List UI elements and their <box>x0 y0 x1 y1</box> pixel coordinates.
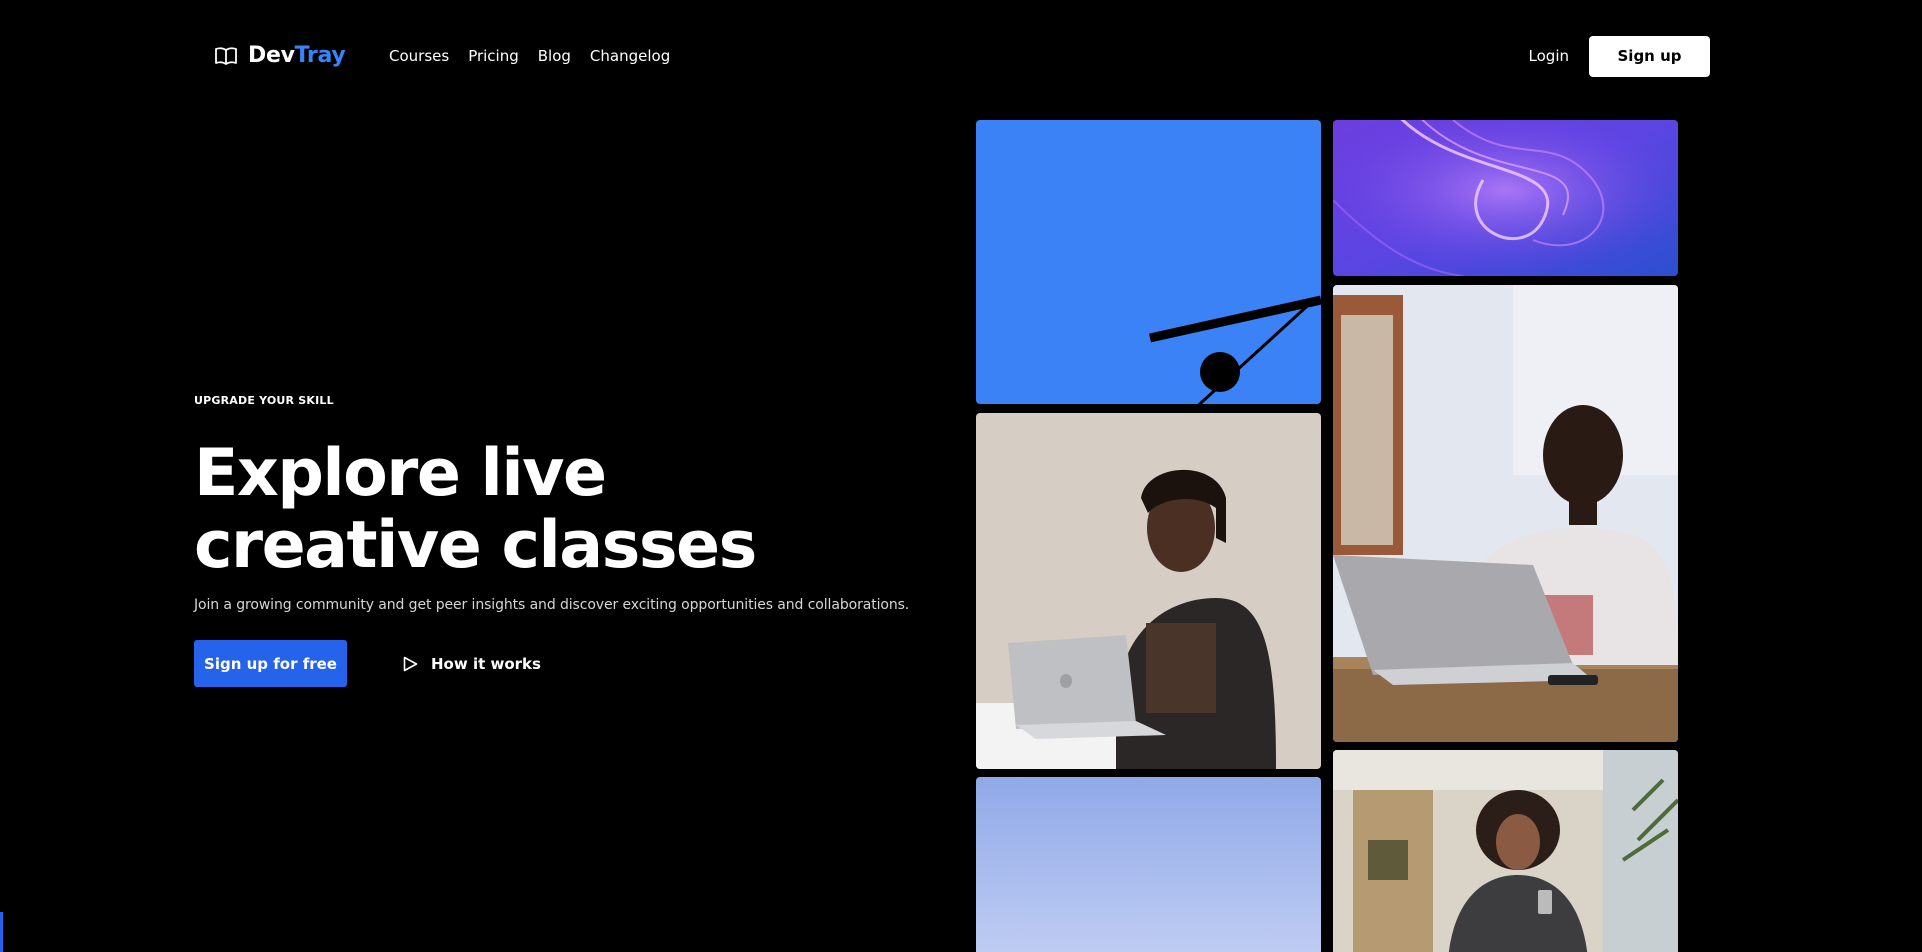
hero-headline-line1: Explore live <box>194 436 607 511</box>
top-nav: DevTray Courses Pricing Blog Changelog L… <box>0 0 1922 112</box>
brand-name-part2: Tray <box>294 43 346 68</box>
hero-headline: Explore live creative classes <box>194 438 974 582</box>
blue-abstract-image <box>976 120 1321 404</box>
nav-link-courses[interactable]: Courses <box>389 44 449 68</box>
how-it-works-button[interactable]: How it works <box>401 655 541 673</box>
man-laptop-image <box>976 413 1321 769</box>
woman-phone-image <box>1333 750 1678 952</box>
signup-free-button[interactable]: Sign up for free <box>194 640 347 687</box>
how-it-works-label: How it works <box>431 654 541 673</box>
open-book-icon <box>215 47 237 65</box>
hero-section: UPGRADE YOUR SKILL Explore live creative… <box>194 394 974 687</box>
nav-link-pricing[interactable]: Pricing <box>468 44 519 68</box>
hero-cta-row: Sign up for free How it works <box>194 640 974 687</box>
student-laptop-image <box>1333 285 1678 742</box>
sky-image <box>976 777 1321 952</box>
nav-link-changelog[interactable]: Changelog <box>590 44 670 68</box>
purple-light-image <box>1333 120 1678 276</box>
nav-link-blog[interactable]: Blog <box>538 44 571 68</box>
auth-actions: Login Sign up <box>1529 35 1710 77</box>
brand-logo[interactable]: DevTray <box>214 42 346 70</box>
signup-button[interactable]: Sign up <box>1589 35 1710 77</box>
hero-eyebrow: UPGRADE YOUR SKILL <box>194 394 334 407</box>
hero-headline-line2: creative classes <box>194 508 757 583</box>
hero-subtitle: Join a growing community and get peer in… <box>194 597 910 613</box>
primary-nav: Courses Pricing Blog Changelog <box>389 44 670 68</box>
play-icon <box>403 656 418 671</box>
brand-name-part1: Dev <box>248 43 295 68</box>
landing-page: DevTray Courses Pricing Blog Changelog L… <box>0 0 1922 952</box>
login-link[interactable]: Login <box>1529 35 1569 77</box>
edge-accent <box>0 912 3 952</box>
brand-name: DevTray <box>248 42 346 70</box>
